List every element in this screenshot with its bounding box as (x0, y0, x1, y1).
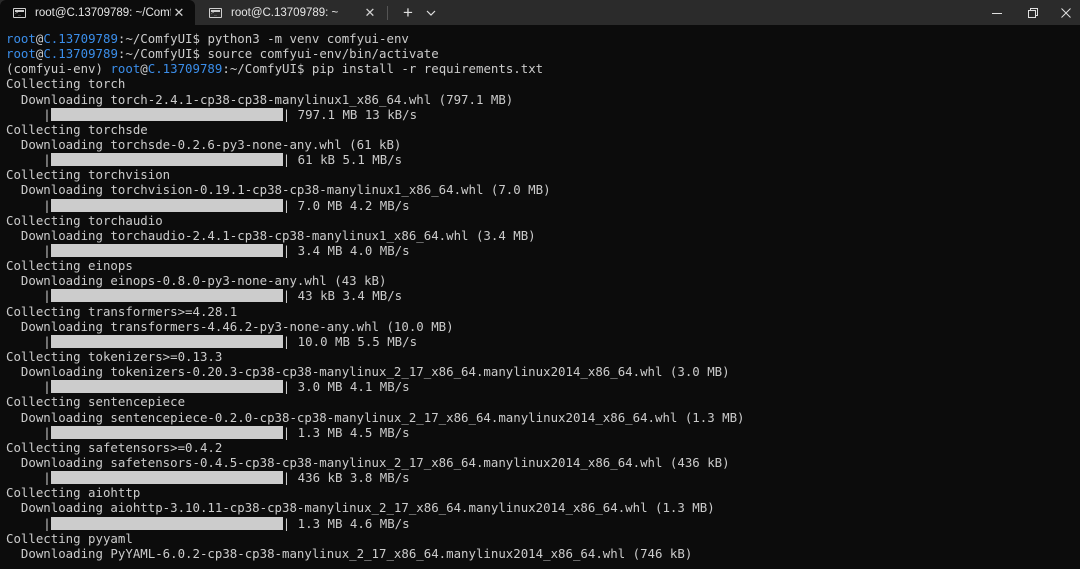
progress-bar-left-edge: | (6, 242, 51, 258)
download-stats: | 10.0 MB 5.5 MB/s (282, 333, 418, 349)
tab-comfyui[interactable]: root@C.13709789: ~/ComfyUI ✕ (0, 0, 195, 25)
progress-bar-left-edge: | (6, 424, 51, 440)
collecting-line: Collecting pyyaml (6, 530, 133, 546)
minimize-button[interactable] (980, 0, 1014, 25)
download-stats: | 43 kB 3.4 MB/s (282, 288, 403, 304)
collecting-line: Collecting torchsde (6, 121, 148, 137)
prompt-host: C.13709789 (43, 46, 118, 62)
downloading-line: Downloading sentencepiece-0.2.0-cp38-cp3… (6, 409, 745, 425)
prompt-host: C.13709789 (43, 31, 118, 46)
close-icon[interactable]: ✕ (362, 5, 378, 21)
prompt-user: root (110, 61, 141, 77)
progress-bar (50, 289, 283, 303)
progress-line: | | 7.0 MB 4.2 MB/s (6, 198, 1076, 213)
downloading-line: Downloading torch-2.4.1-cp38-cp38-manyli… (6, 91, 514, 107)
command-line: (comfyui-env) root@C.13709789:~/ComfyUI$… (6, 61, 1076, 76)
prompt-path: :~/ComfyUI$ (222, 61, 305, 77)
collecting-line: Collecting sentencepiece (6, 394, 186, 410)
download-stats: | 797.1 MB 13 kB/s (282, 106, 418, 122)
progress-bar (50, 425, 283, 439)
progress-line: | | 797.1 MB 13 kB/s (6, 107, 1076, 122)
progress-bar-left-edge: | (6, 515, 51, 531)
venv-indicator: (comfyui-env) (6, 61, 111, 77)
command-text: source comfyui-env/bin/activate (199, 46, 439, 62)
progress-bar (50, 198, 283, 212)
progress-line: | | 3.4 MB 4.0 MB/s (6, 243, 1076, 258)
prompt-path: :~/ComfyUI$ (117, 46, 200, 62)
progress-bar-left-edge: | (6, 379, 51, 395)
downloading-line: Downloading torchvision-0.19.1-cp38-cp38… (6, 182, 551, 198)
prompt-at: @ (140, 61, 148, 77)
tab-divider (387, 6, 388, 20)
progress-bar (50, 516, 283, 530)
downloading-line: Downloading PyYAML-6.0.2-cp38-cp38-manyl… (6, 545, 693, 561)
close-window-button[interactable] (1052, 0, 1080, 25)
download-stats: | 3.4 MB 4.0 MB/s (282, 242, 410, 258)
progress-bar (50, 334, 283, 348)
collecting-line: Collecting einops (6, 258, 133, 274)
downloading-line: Downloading tokenizers-0.20.3-cp38-cp38-… (6, 364, 730, 380)
collecting-line: Collecting transformers>=4.28.1 (6, 303, 238, 319)
progress-bar (50, 471, 283, 485)
prompt-path: :~/ComfyUI$ (117, 31, 200, 46)
progress-line: | | 3.0 MB 4.1 MB/s (6, 379, 1076, 394)
progress-bar-left-edge: | (6, 333, 51, 349)
chevron-down-icon[interactable] (422, 0, 440, 25)
progress-bar-left-edge: | (6, 470, 51, 486)
collecting-line: Collecting safetensors>=0.4.2 (6, 439, 223, 455)
progress-line: | | 436 kB 3.8 MB/s (6, 470, 1076, 485)
progress-line: | | 61 kB 5.1 MB/s (6, 152, 1076, 167)
collecting-line: Collecting torch (6, 76, 126, 92)
progress-bar-left-edge: | (6, 152, 51, 168)
downloading-line: Downloading torchsde-0.2.6-py3-none-any.… (6, 136, 402, 152)
terminal-output[interactable]: root@C.13709789:~/ComfyUI$ python3 -m ve… (6, 31, 1076, 561)
download-stats: | 1.3 MB 4.5 MB/s (282, 424, 410, 440)
tab-home[interactable]: root@C.13709789: ~ ✕ (196, 0, 386, 25)
terminal-icon (13, 7, 26, 18)
progress-bar-left-edge: | (6, 197, 51, 213)
progress-line: | | 1.3 MB 4.6 MB/s (6, 516, 1076, 531)
command-line: root@C.13709789:~/ComfyUI$ python3 -m ve… (6, 31, 1076, 46)
title-bar: root@C.13709789: ~/ComfyUI ✕ root@C.1370… (0, 0, 1080, 25)
new-tab-button[interactable]: + (398, 0, 418, 25)
prompt-host: C.13709789 (147, 61, 223, 77)
collecting-line: Collecting torchvision (6, 167, 171, 183)
downloading-line: Downloading torchaudio-2.4.1-cp38-cp38-m… (6, 227, 536, 243)
downloading-line: Downloading transformers-4.46.2-py3-none… (6, 318, 454, 334)
downloading-line: Downloading safetensors-0.4.5-cp38-cp38-… (6, 454, 730, 470)
collecting-line: Collecting aiohttp (6, 485, 141, 501)
progress-bar (50, 243, 283, 257)
progress-line: | | 43 kB 3.4 MB/s (6, 288, 1076, 303)
download-stats: | 61 kB 5.1 MB/s (282, 152, 403, 168)
download-stats: | 436 kB 3.8 MB/s (282, 470, 410, 486)
close-icon[interactable]: ✕ (171, 5, 187, 21)
collecting-line: Collecting torchaudio (6, 212, 163, 228)
prompt-user: root (6, 31, 36, 46)
maximize-button[interactable] (1016, 0, 1050, 25)
download-stats: | 3.0 MB 4.1 MB/s (282, 379, 410, 395)
progress-bar-left-edge: | (6, 106, 51, 122)
progress-bar (50, 153, 283, 167)
prompt-user: root (6, 46, 36, 62)
command-line: root@C.13709789:~/ComfyUI$ source comfyu… (6, 46, 1076, 61)
progress-bar (50, 380, 283, 394)
collecting-line: Collecting tokenizers>=0.13.3 (6, 348, 223, 364)
command-text: python3 -m venv comfyui-env (199, 31, 409, 46)
download-stats: | 7.0 MB 4.2 MB/s (282, 197, 410, 213)
progress-line: | | 1.3 MB 4.5 MB/s (6, 425, 1076, 440)
command-text: pip install -r requirements.txt (304, 61, 544, 77)
progress-line: | | 10.0 MB 5.5 MB/s (6, 334, 1076, 349)
progress-bar-left-edge: | (6, 288, 51, 304)
tab-title: root@C.13709789: ~ (231, 6, 339, 19)
tab-title: root@C.13709789: ~/ComfyUI (35, 6, 171, 19)
terminal-icon (209, 7, 222, 18)
download-stats: | 1.3 MB 4.6 MB/s (282, 515, 410, 531)
progress-bar (50, 107, 283, 121)
downloading-line: Downloading einops-0.8.0-py3-none-any.wh… (6, 273, 387, 289)
downloading-line: Downloading aiohttp-3.10.11-cp38-cp38-ma… (6, 500, 715, 516)
